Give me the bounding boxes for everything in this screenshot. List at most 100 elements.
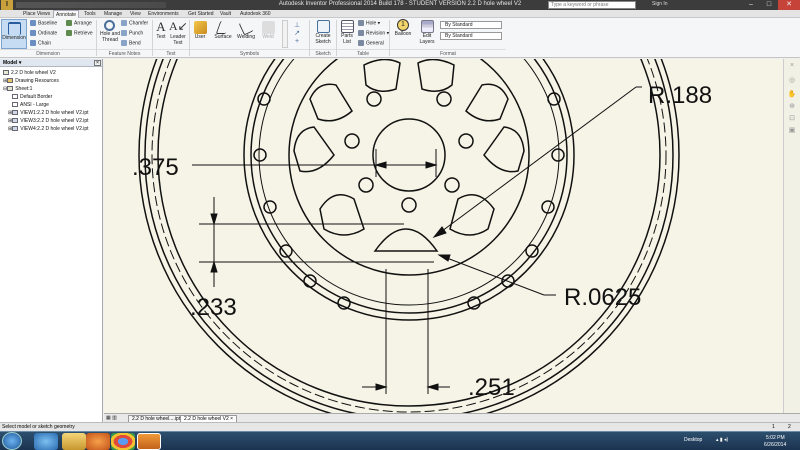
- ribbon-tabs: Place Views Annotate Tools Manage View E…: [0, 10, 800, 18]
- browser-node-view3[interactable]: ⊞ VIEW3:2.2 D hole wheel V2.ipt: [8, 118, 89, 125]
- chamfer-button[interactable]: Chamfer: [121, 20, 148, 26]
- surface-button[interactable]: Surface: [212, 21, 234, 40]
- node-label: 2.2 D hole wheel V2: [11, 70, 56, 76]
- parts-list-button[interactable]: Parts List: [338, 20, 356, 45]
- text-button[interactable]: A Text: [154, 19, 168, 40]
- general-table-icon: [358, 40, 364, 46]
- tab-manage[interactable]: Manage: [102, 10, 124, 18]
- user-symbol-label: User: [194, 34, 206, 40]
- tab-scroll-icons[interactable]: ▦ ▥: [106, 415, 128, 422]
- punch-button[interactable]: Punch: [121, 30, 143, 36]
- dimension-text-375[interactable]: .375: [132, 154, 179, 181]
- browser-node-border[interactable]: Default Border: [12, 94, 52, 101]
- steering-wheel-icon[interactable]: ◎: [787, 77, 797, 85]
- hole-table-button[interactable]: Hole ▾: [358, 20, 380, 26]
- leader-text-button[interactable]: A↙ Leader Text: [169, 19, 188, 46]
- media-player-icon[interactable]: [86, 433, 110, 450]
- dimension-button[interactable]: Dimension: [1, 19, 27, 49]
- dimension-text-r0625[interactable]: R.0625: [564, 284, 641, 311]
- search-input[interactable]: Type a keyword or phrase: [548, 1, 636, 9]
- zoom-window-icon[interactable]: ⊡: [787, 115, 797, 123]
- folder-icon: [7, 78, 14, 84]
- user-symbol-button[interactable]: User: [192, 21, 208, 40]
- general-table-button[interactable]: General: [358, 40, 384, 46]
- drawing-canvas[interactable]: .375 R.188 .233 R.0625 .251: [104, 59, 783, 413]
- baseline-button[interactable]: Baseline: [30, 20, 57, 26]
- retrieve-button[interactable]: Retrieve: [66, 30, 93, 36]
- browser-close-icon[interactable]: ×: [94, 60, 101, 66]
- minimize-button[interactable]: –: [742, 0, 760, 10]
- dimension-text-r188[interactable]: R.188: [648, 82, 712, 109]
- welding-button[interactable]: Welding: [236, 19, 256, 40]
- node-label: Sheet:1: [15, 86, 33, 92]
- clock-date[interactable]: 6/26/2014: [764, 442, 786, 448]
- leader-text-label: Leader Text: [170, 34, 186, 46]
- leader-text-icon: A↙: [169, 19, 188, 33]
- browser-node-view4[interactable]: ⊞ VIEW4:2.2 D hole wheel V2.ipt: [8, 126, 89, 133]
- bolt-hole: [551, 148, 565, 162]
- arrange-button[interactable]: Arrange: [66, 20, 92, 26]
- symbols-gallery-scroll[interactable]: [282, 20, 288, 48]
- wheel-drawing: .375 R.188 .233 R.0625 .251: [132, 59, 712, 413]
- group-symbols: Symbols: [190, 49, 309, 57]
- browser-node-sheet[interactable]: ⊟ Sheet:1: [3, 86, 32, 93]
- inventor-taskbar-icon[interactable]: [137, 433, 161, 450]
- group-format: Format: [390, 49, 506, 57]
- outer-rim-circle: [138, 59, 680, 413]
- browser-node-view1[interactable]: ⊞ VIEW1:2.2 D hole wheel V2.ipt: [8, 110, 89, 117]
- browser-node-title-block[interactable]: ANSI - Large: [12, 102, 49, 109]
- browser-header[interactable]: Model ▾: [0, 59, 102, 67]
- spoke-outer-circle: [288, 59, 530, 276]
- node-label: VIEW1:2.2 D hole wheel V2.ipt: [20, 110, 89, 116]
- tab-environments[interactable]: Environments: [146, 10, 181, 18]
- bend-icon: [121, 40, 127, 46]
- explorer-icon[interactable]: [62, 433, 86, 450]
- drawing-icon: [3, 70, 9, 76]
- dimension-icon: [7, 22, 21, 35]
- create-sketch-label: Create Sketch: [315, 33, 331, 45]
- browser-node-document[interactable]: 2.2 D hole wheel V2: [3, 70, 56, 77]
- ordinate-icon: [30, 30, 36, 36]
- navbar-close-icon[interactable]: ×: [787, 62, 797, 70]
- view-icon: [12, 118, 19, 124]
- node-label: Default Border: [20, 94, 53, 100]
- bend-button[interactable]: Bend: [121, 40, 141, 46]
- chrome-icon[interactable]: [111, 433, 135, 450]
- look-at-icon[interactable]: ▣: [787, 127, 797, 135]
- chain-button[interactable]: Chain: [30, 40, 51, 46]
- edit-layers-button[interactable]: Edit Layers: [418, 20, 436, 45]
- symbols-extra-icons[interactable]: ⊥ ↗ +: [291, 22, 303, 46]
- ie-icon[interactable]: [34, 433, 58, 450]
- create-sketch-button[interactable]: Create Sketch: [312, 20, 334, 45]
- arrange-icon: [66, 20, 72, 26]
- style-combo-1[interactable]: By Standard: [440, 21, 502, 29]
- hole-thread-button[interactable]: Hole and Thread: [98, 20, 120, 43]
- dimension-text-251[interactable]: .251: [468, 374, 515, 401]
- desktop-label[interactable]: Desktop: [684, 437, 702, 443]
- document-tabs: ▦ ▥ 2.2 D hole wheel....ipt 2.2 D hole w…: [104, 413, 800, 423]
- tab-tools[interactable]: Tools: [82, 10, 98, 18]
- browser-node-drawing-resources[interactable]: ⊞ Drawing Resources: [3, 78, 59, 85]
- tab-vault[interactable]: Vault: [218, 10, 233, 18]
- tab-annotate[interactable]: Annotate: [53, 10, 80, 18]
- rim-inner-circle: [157, 59, 661, 407]
- clock-time[interactable]: 5:02 PM: [766, 435, 785, 441]
- pan-icon[interactable]: ✋: [787, 91, 797, 99]
- sign-in-link[interactable]: Sign In: [652, 1, 668, 7]
- zoom-icon[interactable]: ⊕: [787, 103, 797, 111]
- close-button[interactable]: ✕: [778, 0, 800, 10]
- start-button[interactable]: [2, 432, 22, 450]
- edit-layers-label: Edit Layers: [419, 33, 435, 45]
- maximize-button[interactable]: □: [760, 0, 778, 10]
- tab-get-started[interactable]: Get Started: [186, 10, 216, 18]
- tab-view[interactable]: View: [128, 10, 143, 18]
- tab-place-views[interactable]: Place Views: [21, 10, 52, 18]
- tab-autodesk-360[interactable]: Autodesk 360: [238, 10, 273, 18]
- ordinate-button[interactable]: Ordinate: [30, 30, 57, 36]
- style-combo-2[interactable]: By Standard: [440, 32, 502, 40]
- balloon-button[interactable]: 1 Balloon: [393, 19, 413, 37]
- bend-label: Bend: [129, 40, 141, 47]
- dimension-text-233[interactable]: .233: [190, 294, 237, 321]
- revision-table-button[interactable]: Revision ▾: [358, 30, 389, 36]
- tray-icons[interactable]: ▴ ▮ ◂): [716, 437, 728, 443]
